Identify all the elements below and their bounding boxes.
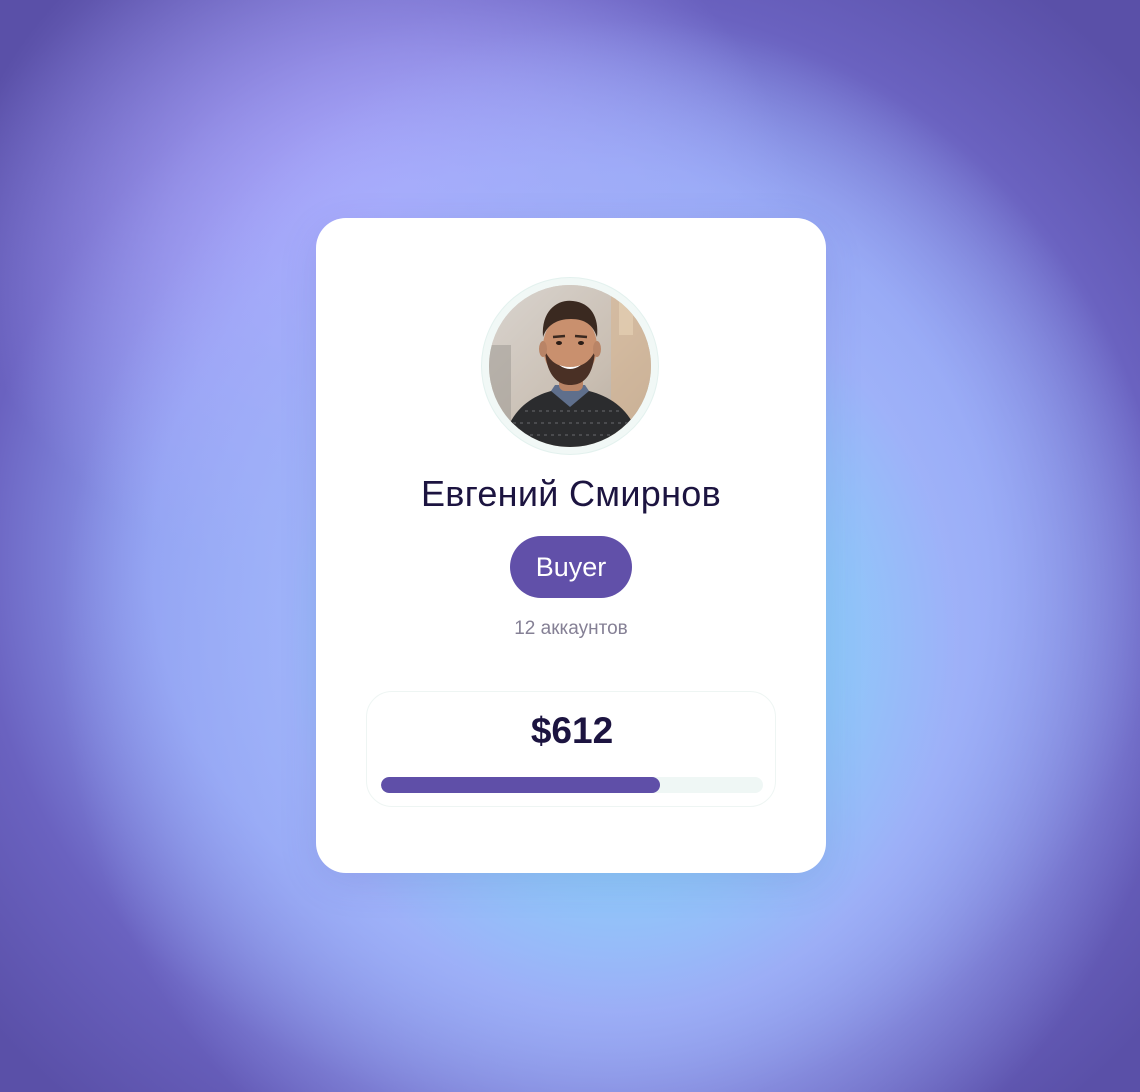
role-badge-button[interactable]: Buyer [510,536,632,598]
accounts-count: 12 аккаунтов [514,618,628,639]
balance-amount: $612 [530,710,614,751]
profile-card: Евгений Смирнов Buyer 12 аккаунтов $612 [316,218,826,873]
avatar[interactable] [489,285,651,447]
user-name: Евгений Смирнов [420,473,721,514]
progress-track [381,777,763,793]
avatar-ring [482,278,658,454]
avatar-photo-icon [489,285,651,447]
progress-fill [381,777,660,793]
balance-box: $612 [366,691,776,807]
